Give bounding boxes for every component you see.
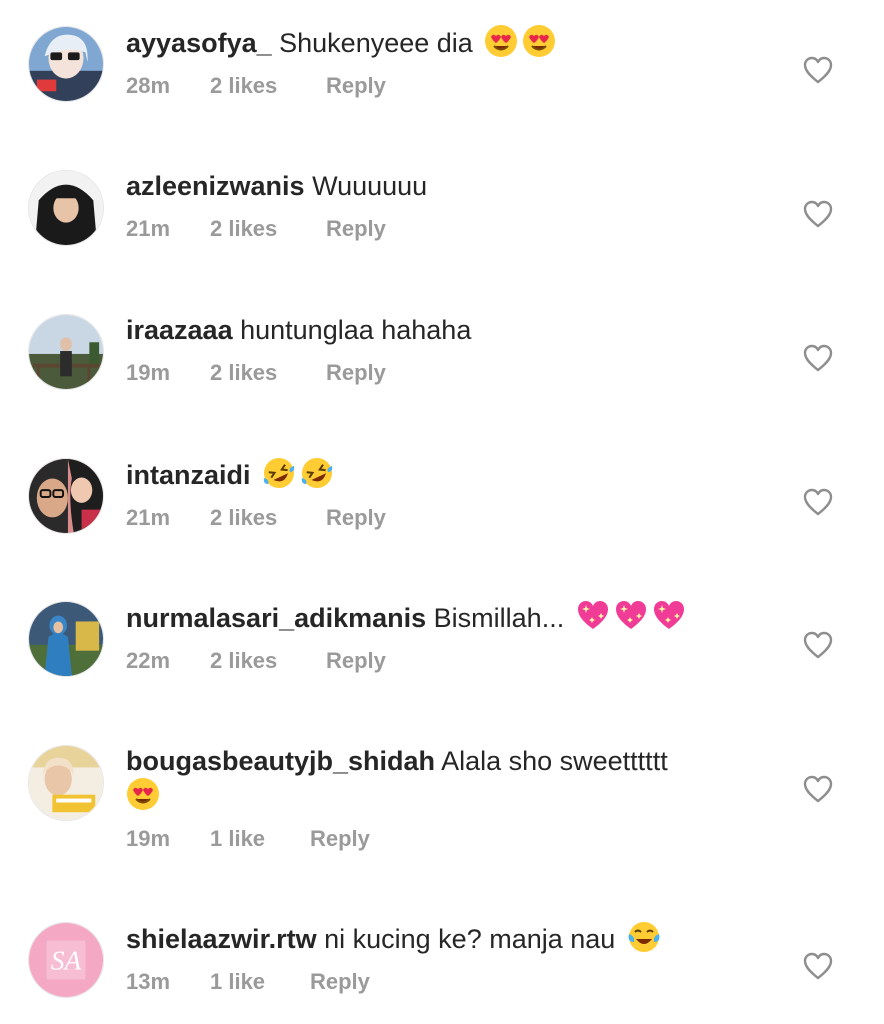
- comment-username[interactable]: iraazaaa: [126, 315, 233, 345]
- sparkling-heart-emoji: [576, 599, 610, 633]
- comment-meta: 21m 2 likes Reply: [126, 505, 726, 531]
- profile-photo-avatar: [29, 27, 103, 101]
- profile-photo-avatar: [29, 315, 103, 389]
- profile-photo-avatar: [29, 459, 103, 533]
- comment-likes[interactable]: 1 like: [210, 969, 310, 995]
- comment-line: intanzaidi: [126, 456, 726, 493]
- avatar[interactable]: [28, 458, 104, 534]
- comment-text: Bismillah...: [433, 603, 565, 633]
- heart-outline-icon[interactable]: [803, 56, 833, 84]
- comment-meta: 13m 1 like Reply: [126, 969, 726, 995]
- heart-outline-icon[interactable]: [803, 775, 833, 803]
- comment-meta: 19m 2 likes Reply: [126, 360, 726, 386]
- comment-line: ayyasofya_ Shukenyeee dia: [126, 24, 726, 61]
- reply-button[interactable]: Reply: [326, 73, 386, 99]
- avatar[interactable]: [28, 170, 104, 246]
- heart-eyes-emoji: [522, 24, 556, 58]
- comment-likes[interactable]: 2 likes: [210, 648, 326, 674]
- avatar[interactable]: [28, 314, 104, 390]
- avatar[interactable]: [28, 26, 104, 102]
- comment-text: Alala sho sweetttttt: [441, 746, 668, 776]
- heart-outline-icon[interactable]: [803, 344, 833, 372]
- reply-button[interactable]: Reply: [326, 216, 386, 242]
- profile-photo-avatar: [29, 171, 103, 245]
- avatar[interactable]: [28, 745, 104, 821]
- comment-likes[interactable]: 2 likes: [210, 360, 326, 386]
- heart-outline-icon[interactable]: [803, 631, 833, 659]
- comment-username[interactable]: ayyasofya_: [126, 28, 272, 58]
- comment-text: huntunglaa hahaha: [240, 315, 472, 345]
- comment-line-continued: [126, 777, 726, 814]
- comment-username[interactable]: azleenizwanis: [126, 171, 305, 201]
- heart-outline-icon[interactable]: [803, 952, 833, 980]
- comment-username[interactable]: intanzaidi: [126, 460, 251, 490]
- reply-button[interactable]: Reply: [326, 360, 386, 386]
- sparkling-heart-emoji: [652, 599, 686, 633]
- comment-username[interactable]: shielaazwir.rtw: [126, 924, 317, 954]
- avatar[interactable]: [28, 601, 104, 677]
- profile-photo-avatar: [29, 602, 103, 676]
- reply-button[interactable]: Reply: [310, 826, 370, 852]
- rolling-laughing-emoji: [300, 456, 334, 490]
- comment-line: nurmalasari_adikmanis Bismillah...: [126, 599, 726, 636]
- comment-text: Shukenyeee dia: [279, 28, 473, 58]
- comment-meta: 28m 2 likes Reply: [126, 73, 726, 99]
- comment-likes[interactable]: 1 like: [210, 826, 310, 852]
- heart-eyes-emoji: [484, 24, 518, 58]
- reply-button[interactable]: Reply: [310, 969, 370, 995]
- tears-of-joy-emoji: [627, 920, 661, 954]
- avatar[interactable]: SA: [28, 922, 104, 998]
- heart-outline-icon[interactable]: [803, 488, 833, 516]
- comment-time: 22m: [126, 648, 171, 673]
- comment-meta: 19m 1 like Reply: [126, 826, 726, 852]
- comment-line: shielaazwir.rtw ni kucing ke? manja nau: [126, 920, 726, 957]
- comment-likes[interactable]: 2 likes: [210, 505, 326, 531]
- logo-avatar: SA: [29, 923, 103, 997]
- comment-username[interactable]: bougasbeautyjb_shidah: [126, 746, 435, 776]
- comment-time: 19m: [126, 360, 171, 385]
- comment-line: bougasbeautyjb_shidah Alala sho sweetttt…: [126, 743, 726, 779]
- comment-likes[interactable]: 2 likes: [210, 216, 326, 242]
- heart-eyes-emoji: [126, 777, 160, 811]
- reply-button[interactable]: Reply: [326, 505, 386, 531]
- rolling-laughing-emoji: [262, 456, 296, 490]
- comment-text: ni kucing ke? manja nau: [324, 924, 616, 954]
- comment-time: 19m: [126, 826, 171, 851]
- comment-line: iraazaaa huntunglaa hahaha: [126, 312, 726, 348]
- comment-username[interactable]: nurmalasari_adikmanis: [126, 603, 426, 633]
- sparkling-heart-emoji: [614, 599, 648, 633]
- heart-outline-icon[interactable]: [803, 200, 833, 228]
- comment-text: Wuuuuuu: [312, 171, 428, 201]
- comment-time: 28m: [126, 73, 171, 98]
- comment-meta: 22m 2 likes Reply: [126, 648, 726, 674]
- profile-photo-avatar: [29, 746, 103, 820]
- comment-meta: 21m 2 likes Reply: [126, 216, 726, 242]
- comment-line: azleenizwanis Wuuuuuu: [126, 168, 726, 204]
- comment-time: 13m: [126, 969, 171, 994]
- comment-likes[interactable]: 2 likes: [210, 73, 326, 99]
- logo-text: SA: [51, 946, 82, 976]
- comment-time: 21m: [126, 216, 171, 241]
- comment-time: 21m: [126, 505, 171, 530]
- reply-button[interactable]: Reply: [326, 648, 386, 674]
